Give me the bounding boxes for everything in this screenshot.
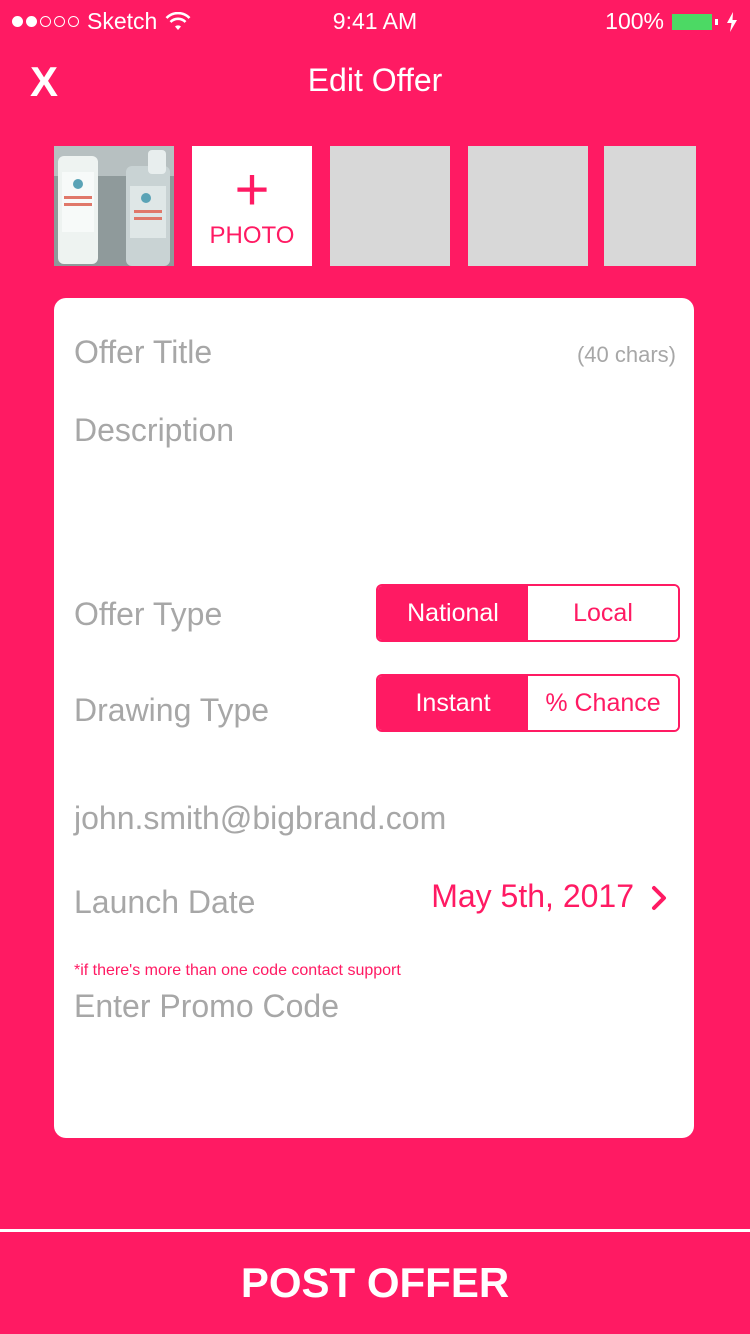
post-offer-button[interactable]: POST OFFER xyxy=(0,1232,750,1334)
drawing-type-chance-option[interactable]: % Chance xyxy=(528,676,678,730)
add-photo-label: PHOTO xyxy=(209,222,295,249)
plus-icon: + xyxy=(234,156,270,223)
launch-date-value[interactable]: May 5th, 2017 xyxy=(431,878,634,915)
charging-bolt-icon xyxy=(727,11,737,32)
offer-type-segmented-control: National Local xyxy=(376,584,680,642)
offer-type-label: Offer Type xyxy=(74,596,223,632)
status-bar: Sketch 9:41 AM 100% xyxy=(0,0,750,40)
status-right: 100% xyxy=(605,8,738,35)
offer-type-local-option[interactable]: Local xyxy=(528,586,678,640)
edit-offer-screen: Sketch 9:41 AM 100% X Edit Offer + PHOTO… xyxy=(0,0,750,1334)
add-photo-button[interactable]: + PHOTO xyxy=(192,146,312,266)
photo-placeholder[interactable] xyxy=(468,146,588,266)
offer-form-card: Offer Title (40 chars) Description Offer… xyxy=(54,298,694,1138)
email-field[interactable]: john.smith@bigbrand.com xyxy=(74,800,446,837)
photo-placeholder[interactable] xyxy=(604,146,696,266)
description-input[interactable]: Description xyxy=(74,412,234,449)
battery-percent: 100% xyxy=(605,8,664,34)
offer-type-national-option[interactable]: National xyxy=(378,586,528,640)
photo-strip: + PHOTO xyxy=(0,146,750,266)
drawing-type-segmented-control: Instant % Chance xyxy=(376,674,680,732)
launch-date-label: Launch Date xyxy=(74,884,256,920)
product-photo-image xyxy=(54,146,174,266)
drawing-type-label: Drawing Type xyxy=(74,692,270,728)
battery-icon xyxy=(672,13,718,30)
photo-placeholder[interactable] xyxy=(330,146,450,266)
drawing-type-instant-option[interactable]: Instant xyxy=(378,676,528,730)
char-limit-hint: (40 chars) xyxy=(576,342,676,367)
promo-code-note: *if there's more than one code contact s… xyxy=(74,962,401,979)
offer-photo-thumbnail[interactable] xyxy=(54,146,174,266)
page-title: Edit Offer xyxy=(307,62,443,98)
offer-title-input[interactable]: Offer Title xyxy=(74,334,212,371)
chevron-right-icon[interactable] xyxy=(648,882,672,914)
promo-code-input[interactable]: Enter Promo Code xyxy=(74,988,339,1025)
